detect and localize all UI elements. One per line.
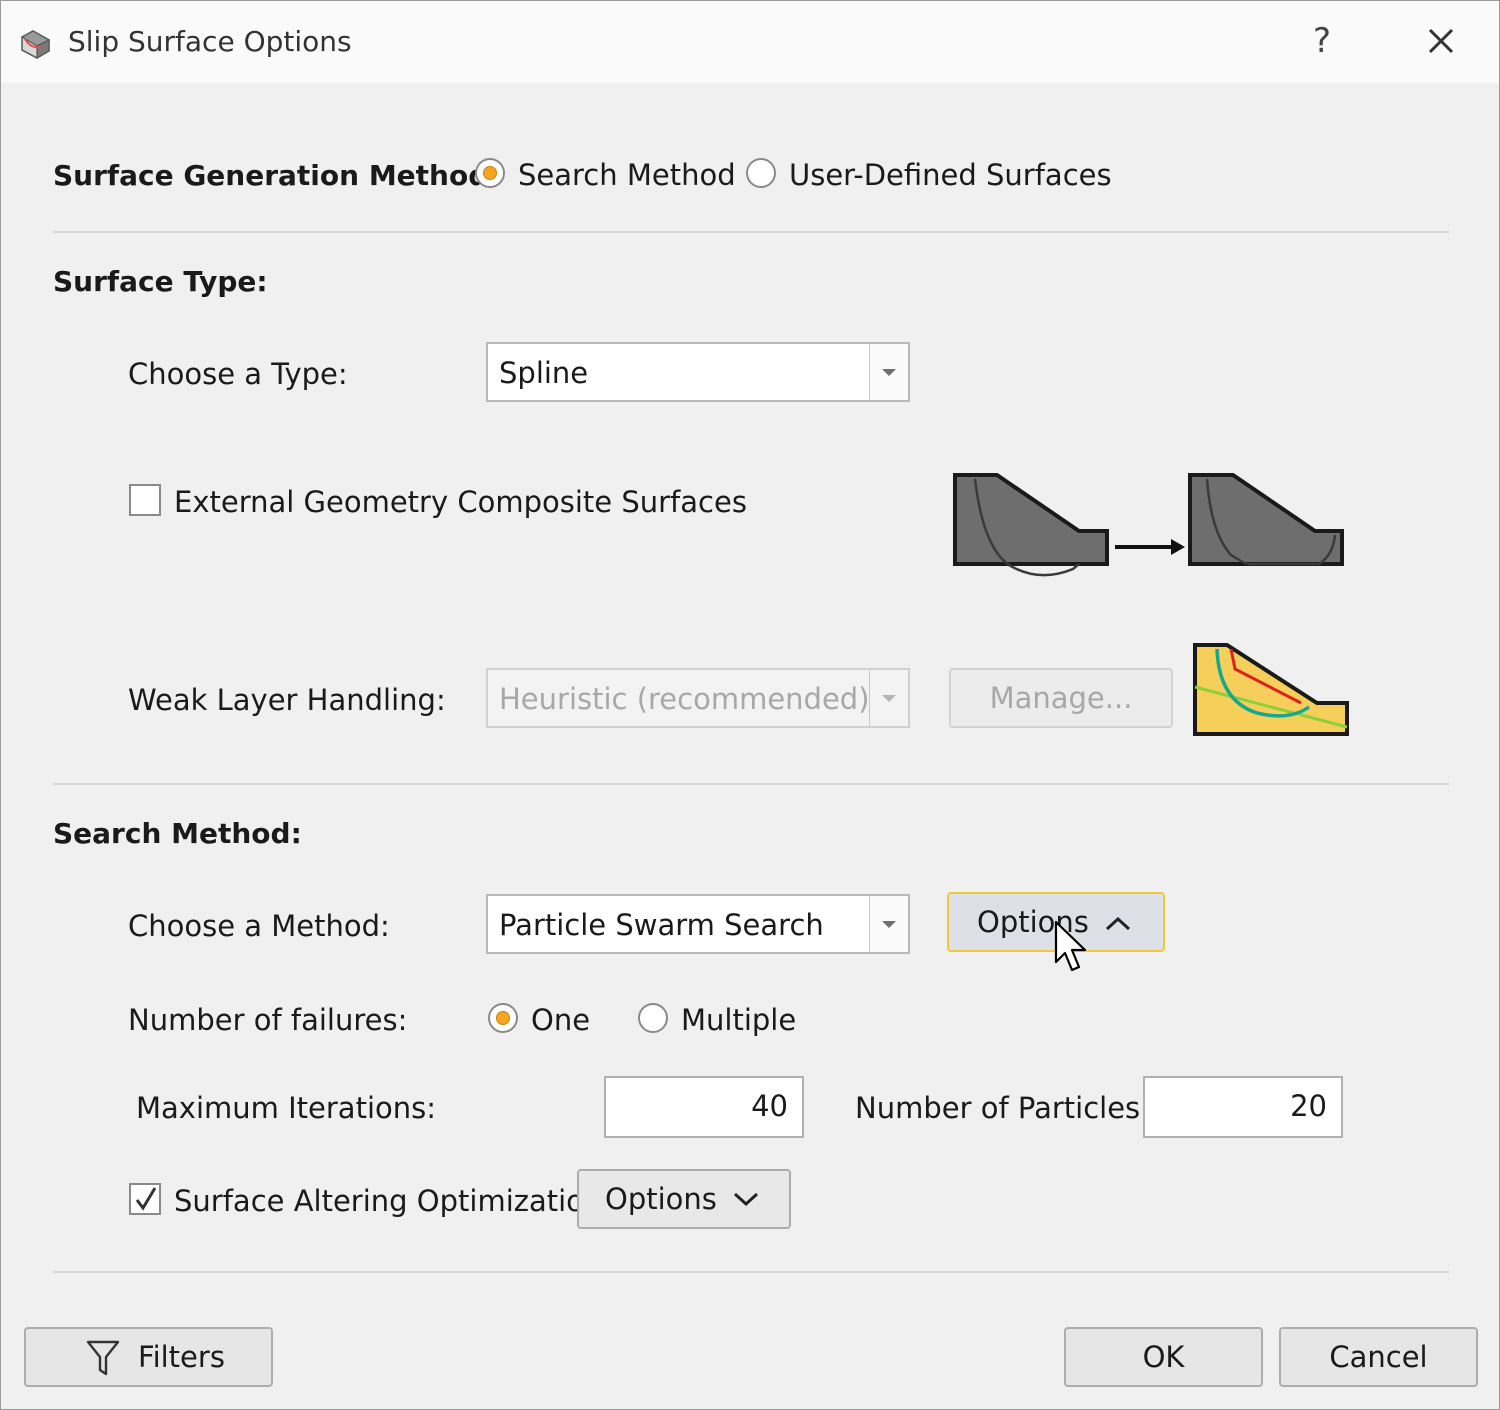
chevron-up-icon [1105,916,1131,931]
divider [53,231,1449,233]
slope-app-icon [20,30,51,60]
max-iterations-input[interactable]: 40 [604,1076,804,1138]
slip-surface-options-dialog: Slip Surface Options ? Surface Generatio… [0,0,1500,1410]
cancel-button[interactable]: Cancel [1279,1327,1478,1387]
filters-button[interactable]: Filters [24,1327,273,1387]
divider [53,783,1449,785]
divider [53,1271,1449,1273]
dropdown-arrow-icon[interactable] [869,896,908,952]
surface-altering-checkbox[interactable] [129,1183,161,1215]
weak-layer-value: Heuristic (recommended) [499,682,870,716]
chevron-down-icon [733,1192,759,1207]
multiple-failures-radio[interactable] [638,1003,668,1033]
weak-layer-dropdown: Heuristic (recommended) [486,668,910,728]
surface-altering-options-button[interactable]: Options [577,1169,791,1229]
particles-input[interactable]: 20 [1143,1076,1343,1138]
search-method-heading: Search Method: [53,817,302,850]
close-icon[interactable] [1421,21,1461,61]
particles-label: Number of Particles: [855,1091,1150,1125]
surface-altering-options-label: Options [605,1182,717,1216]
checkmark-icon [135,1187,157,1211]
filters-label: Filters [138,1340,225,1374]
multiple-failures-radio-label[interactable]: Multiple [681,1003,796,1037]
choose-type-label: Choose a Type: [128,357,348,391]
max-iterations-label: Maximum Iterations: [136,1091,436,1125]
user-defined-surfaces-radio[interactable] [746,158,776,188]
funnel-icon [86,1340,120,1376]
search-method-dropdown[interactable]: Particle Swarm Search [486,894,910,954]
dropdown-arrow-icon [869,670,908,726]
help-button[interactable]: ? [1313,21,1331,61]
weak-layer-illustration-icon [1193,643,1349,736]
external-geometry-label[interactable]: External Geometry Composite Surfaces [174,485,747,519]
dropdown-arrow-icon[interactable] [869,344,908,400]
failures-label: Number of failures: [128,1003,408,1037]
mouse-pointer-icon [1054,920,1087,972]
composite-surface-illustration-icon [953,473,1344,577]
one-failure-radio-label[interactable]: One [531,1003,590,1037]
surface-type-heading: Surface Type: [53,265,268,298]
surface-generation-label: Surface Generation Method: [53,159,500,192]
search-method-value: Particle Swarm Search [499,908,824,942]
search-method-radio[interactable] [475,158,505,188]
surface-type-dropdown[interactable]: Spline [486,342,910,402]
ok-button[interactable]: OK [1064,1327,1263,1387]
surface-type-value: Spline [499,356,589,390]
one-failure-radio[interactable] [488,1003,518,1033]
external-geometry-checkbox[interactable] [129,484,161,516]
window-title: Slip Surface Options [68,25,352,58]
search-method-radio-label[interactable]: Search Method [518,158,736,192]
weak-layer-label: Weak Layer Handling: [128,683,446,717]
manage-button: Manage... [949,668,1173,728]
surface-altering-label[interactable]: Surface Altering Optimization [174,1184,602,1218]
choose-method-label: Choose a Method: [128,909,390,943]
title-bar: Slip Surface Options ? [1,1,1499,83]
user-defined-surfaces-radio-label[interactable]: User-Defined Surfaces [789,158,1112,192]
